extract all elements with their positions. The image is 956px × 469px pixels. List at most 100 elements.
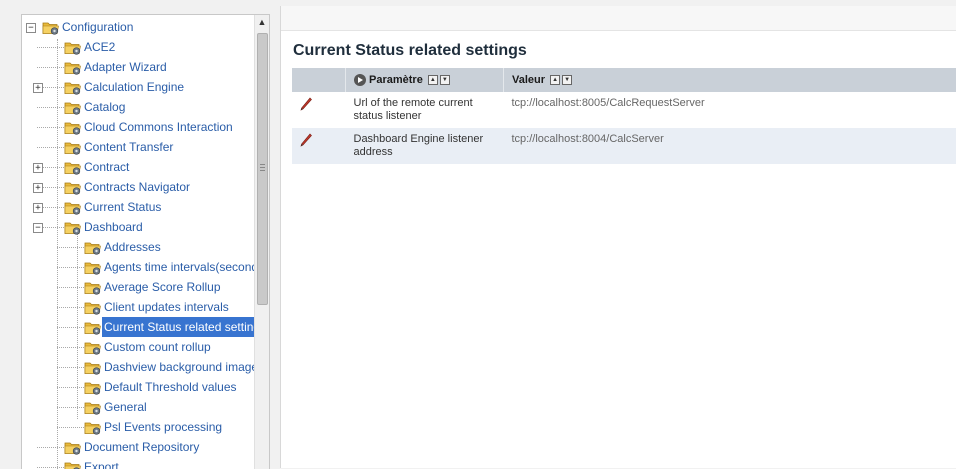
sort-desc-icon[interactable]: ▼ (562, 75, 572, 85)
tree-node-label: Contract (84, 157, 129, 177)
expand-icon[interactable]: + (33, 183, 43, 193)
tree-node-catalog[interactable]: Catalog (22, 97, 255, 117)
scroll-grip (260, 164, 265, 173)
tree-node-label: Calculation Engine (84, 77, 184, 97)
tree-node-configuration[interactable]: − Configuration (22, 17, 255, 37)
folder-gear-icon (64, 181, 82, 195)
value-text: tcp://localhost:8004/CalcServer (512, 133, 664, 145)
folder-gear-icon (64, 41, 82, 55)
folder-gear-icon (64, 81, 82, 95)
tree-node-label: Current Status (84, 197, 161, 217)
folder-gear-icon (84, 281, 102, 295)
tree-node-custom-count-rollup[interactable]: Custom count rollup (22, 337, 255, 357)
tree-panel: − ConfigurationACE2Adapter Wizard + Calcula… (21, 14, 270, 469)
tree-node-document-repository[interactable]: Document Repository (22, 437, 255, 457)
tree-node-general[interactable]: General (22, 397, 255, 417)
tree-scrollbar[interactable]: ▲ (254, 15, 269, 469)
tree-node-label: Contracts Navigator (84, 177, 190, 197)
tree-node-contracts-navigator[interactable]: + Contracts Navigator (22, 177, 255, 197)
scroll-up-arrow-icon[interactable]: ▲ (257, 17, 267, 27)
folder-gear-icon (84, 361, 102, 375)
tree-node-psl-events-processing[interactable]: Psl Events processing (22, 417, 255, 437)
table-header-row: Paramètre ▲▼ Valeur ▲▼ (292, 68, 956, 92)
param-text: Url of the remote current status listene… (354, 97, 496, 123)
tree-node-dashview-background-image[interactable]: Dashview background image (22, 357, 255, 377)
folder-gear-icon (84, 241, 102, 255)
expand-icon[interactable]: + (33, 203, 43, 213)
tree-node-dashboard[interactable]: −Dashboard (22, 217, 255, 237)
param-text: Dashboard Engine listener address (354, 133, 496, 159)
tree-node-client-updates-intervals[interactable]: Client updates intervals (22, 297, 255, 317)
tree-node-current-status-related-setting[interactable]: Current Status related setting (22, 317, 255, 337)
collapse-icon[interactable]: − (26, 23, 36, 33)
expand-icon[interactable]: + (33, 83, 43, 93)
tree-node-calculation-engine[interactable]: + Calculation Engine (22, 77, 255, 97)
tree-node-cloud-commons-interaction[interactable]: Cloud Commons Interaction (22, 117, 255, 137)
param-cell: Url of the remote current status listene… (346, 92, 504, 128)
tree-node-label: Current Status related setting (102, 317, 255, 337)
value-column-header[interactable]: Valeur ▲▼ (504, 68, 956, 92)
sort-asc-icon[interactable]: ▲ (550, 75, 560, 85)
table-row[interactable]: Dashboard Engine listener address tcp://… (292, 128, 956, 164)
play-circle-icon (354, 74, 366, 86)
tree-node-average-score-rollup[interactable]: Average Score Rollup (22, 277, 255, 297)
folder-gear-icon (64, 201, 82, 215)
tree-node-label: Adapter Wizard (84, 57, 167, 77)
tree-node-adapter-wizard[interactable]: Adapter Wizard (22, 57, 255, 77)
tree-node-label: Cloud Commons Interaction (84, 117, 233, 137)
folder-gear-icon (64, 141, 82, 155)
folder-gear-icon (84, 321, 102, 335)
edit-cell[interactable] (292, 128, 346, 164)
collapse-icon[interactable]: − (33, 223, 43, 233)
tree-node-export[interactable]: Export (22, 457, 255, 469)
value-cell[interactable]: tcp://localhost:8004/CalcServer (504, 128, 956, 164)
folder-gear-icon (64, 101, 82, 115)
content-topbar (281, 6, 956, 31)
folder-gear-icon (64, 121, 82, 135)
settings-table: Paramètre ▲▼ Valeur ▲▼ Url of the remote… (292, 68, 956, 164)
value-cell[interactable]: tcp://localhost:8005/CalcRequestServer (504, 92, 956, 128)
folder-gear-icon (84, 341, 102, 355)
param-cell: Dashboard Engine listener address (346, 128, 504, 164)
folder-gear-icon (84, 381, 102, 395)
folder-gear-icon (64, 221, 82, 235)
tree-node-label: Catalog (84, 97, 125, 117)
folder-gear-icon (84, 401, 102, 415)
tree-node-label: Addresses (104, 237, 161, 257)
tree-node-contract[interactable]: + Contract (22, 157, 255, 177)
value-text: tcp://localhost:8005/CalcRequestServer (512, 97, 705, 109)
sort-asc-icon[interactable]: ▲ (428, 75, 438, 85)
value-column-label: Valeur (512, 74, 545, 86)
tree-node-addresses[interactable]: Addresses (22, 237, 255, 257)
tree-node-default-threshold-values[interactable]: Default Threshold values (22, 377, 255, 397)
scroll-thumb[interactable] (257, 33, 268, 305)
tree-node-agents-time-intervals-seconds[interactable]: Agents time intervals(seconds (22, 257, 255, 277)
folder-gear-icon (42, 21, 60, 35)
folder-gear-icon (64, 61, 82, 75)
tree-node-label: General (104, 397, 147, 417)
folder-gear-icon (84, 421, 102, 435)
tree-node-label: Client updates intervals (104, 297, 229, 317)
tree-node-label: Document Repository (84, 437, 199, 457)
tree-node-label: Default Threshold values (104, 377, 237, 397)
pencil-icon[interactable] (300, 133, 312, 150)
folder-gear-icon (64, 161, 82, 175)
param-column-header[interactable]: Paramètre ▲▼ (346, 68, 504, 92)
pencil-icon[interactable] (300, 97, 312, 114)
edit-cell[interactable] (292, 92, 346, 128)
tree-node-label: Configuration (62, 17, 133, 37)
sort-desc-icon[interactable]: ▼ (440, 75, 450, 85)
tree-node-content-transfer[interactable]: Content Transfer (22, 137, 255, 157)
tree-node-label: Export (84, 457, 119, 469)
expand-icon[interactable]: + (33, 163, 43, 173)
tree-node-ace2[interactable]: ACE2 (22, 37, 255, 57)
tree-node-label: Average Score Rollup (104, 277, 221, 297)
config-tree: − ConfigurationACE2Adapter Wizard + Calcula… (22, 15, 255, 469)
table-row[interactable]: Url of the remote current status listene… (292, 92, 956, 128)
tree-node-label: Content Transfer (84, 137, 173, 157)
tree-node-current-status[interactable]: + Current Status (22, 197, 255, 217)
tree-node-label: ACE2 (84, 37, 115, 57)
tree-node-label: Dashview background image (104, 357, 255, 377)
content-panel: Current Status related settings Paramètr… (280, 6, 956, 468)
folder-gear-icon (84, 261, 102, 275)
